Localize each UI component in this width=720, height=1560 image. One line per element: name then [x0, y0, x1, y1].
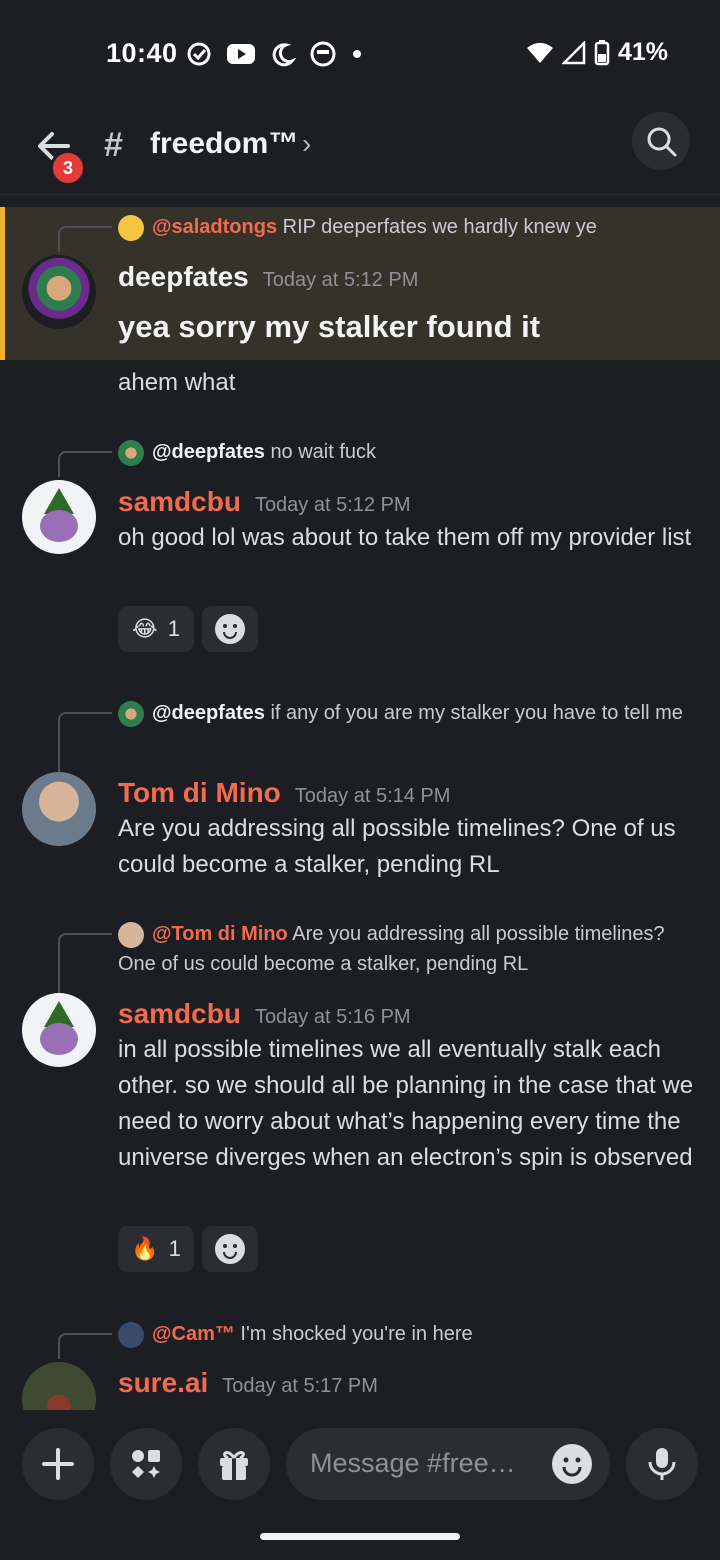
dnd-moon-icon — [272, 43, 296, 67]
gift-button[interactable] — [198, 1428, 270, 1500]
add-reaction-button[interactable] — [202, 1226, 258, 1272]
message-text: Are you addressing all possible timeline… — [118, 815, 676, 878]
author-name[interactable]: samdcbu — [118, 998, 241, 1029]
search-icon — [647, 127, 677, 157]
reply-avatar — [118, 1321, 144, 1348]
message-author[interactable]: samdcbu Today at 5:12 PM — [118, 486, 411, 518]
emoji-icon — [215, 1234, 245, 1264]
message-author[interactable]: Tom di Mino Today at 5:14 PM — [118, 777, 450, 809]
author-name[interactable]: deepfates — [118, 261, 249, 292]
status-icons-right: 41% — [526, 38, 668, 67]
reply-author: @Tom di Mino — [152, 923, 288, 945]
reaction-count: 1 — [167, 616, 180, 641]
author-name[interactable]: samdcbu — [118, 486, 241, 517]
chevron-right-icon[interactable]: › — [302, 128, 311, 160]
message-timestamp: Today at 5:17 PM — [222, 1375, 378, 1397]
reply-preview[interactable]: @Cam™ I'm shocked you're in here — [118, 1319, 698, 1349]
reply-avatar — [118, 214, 144, 241]
reply-author: @Cam™ — [152, 1323, 235, 1345]
message-placeholder: Message #free… — [310, 1448, 516, 1478]
reply-avatar — [118, 700, 144, 727]
author-name[interactable]: Tom di Mino — [118, 777, 281, 808]
gift-icon — [220, 1451, 248, 1480]
status-icons-left — [186, 40, 364, 68]
message-text: ahem what — [118, 369, 236, 396]
emoji-icon — [215, 614, 245, 644]
avatar[interactable] — [22, 993, 96, 1067]
add-reaction-button[interactable] — [202, 606, 258, 652]
text-channel-icon: # — [104, 126, 123, 164]
avatar[interactable] — [22, 772, 96, 846]
avatar-face — [40, 510, 78, 542]
message-text: yea sorry my stalker found it — [118, 309, 541, 344]
status-time: 10:40 — [106, 38, 178, 68]
attach-button[interactable] — [22, 1428, 94, 1500]
reply-connector — [58, 451, 112, 477]
reply-text: no wait fuck — [270, 441, 377, 463]
reply-text: if any of you are my stalker you have to… — [270, 702, 683, 724]
reaction-emoji: 😂 — [132, 616, 158, 641]
avatar-face — [40, 1023, 78, 1055]
status-bar: 10:40 41% — [0, 0, 720, 110]
avatar[interactable] — [22, 255, 96, 329]
message-timestamp: Today at 5:16 PM — [254, 1006, 411, 1028]
message-timestamp: Today at 5:14 PM — [294, 785, 451, 807]
avatar[interactable] — [22, 1362, 96, 1410]
reply-author: @saladtongs — [152, 216, 278, 238]
reply-preview[interactable]: @Tom di Mino Are you addressing all poss… — [118, 919, 698, 979]
message-author[interactable]: samdcbu Today at 5:16 PM — [118, 998, 411, 1030]
signal-icon — [561, 40, 586, 64]
battery-percent: 41% — [617, 38, 668, 66]
reply-connector — [58, 226, 112, 252]
message-timestamp: Today at 5:12 PM — [254, 494, 411, 516]
avatar[interactable] — [22, 480, 96, 554]
youtube-icon — [227, 44, 255, 64]
search-button[interactable] — [632, 112, 690, 170]
dot-icon — [353, 50, 361, 58]
channel-title[interactable]: freedom™ — [150, 127, 298, 161]
reaction-count: 1 — [168, 1236, 181, 1261]
message-input[interactable]: Message #free… — [286, 1428, 610, 1500]
reply-text: I'm shocked you're in here — [240, 1323, 473, 1345]
unread-badge: 3 — [50, 150, 86, 186]
message-author[interactable]: sure.ai Today at 5:17 PM — [118, 1367, 378, 1399]
reply-preview[interactable]: @saladtongs RIP deeperfates we hardly kn… — [118, 212, 698, 242]
reaction-pill[interactable]: 🔥 1 — [118, 1226, 194, 1272]
apps-button[interactable] — [110, 1428, 182, 1500]
home-indicator[interactable] — [260, 1533, 460, 1540]
message-author[interactable]: deepfates Today at 5:12 PM — [118, 261, 418, 293]
reply-avatar — [118, 921, 144, 948]
reply-connector — [58, 933, 112, 995]
message-text: oh good lol was about to take them off m… — [118, 524, 692, 551]
mic-icon — [648, 1448, 676, 1480]
reaction-emoji: 🔥 — [131, 1236, 159, 1261]
wifi-icon — [526, 42, 553, 63]
message-timestamp: Today at 5:12 PM — [262, 269, 419, 291]
plus-icon — [42, 1448, 74, 1480]
reply-author: @deepfates — [152, 702, 265, 724]
reply-author: @deepfates — [152, 441, 265, 463]
reply-preview[interactable]: @deepfates if any of you are my stalker … — [118, 698, 698, 728]
author-name[interactable]: sure.ai — [118, 1367, 208, 1398]
emoji-picker-button[interactable] — [552, 1444, 592, 1484]
channel-header: 3 # freedom™ › — [0, 110, 720, 195]
battery-icon — [594, 39, 610, 65]
reply-avatar — [118, 439, 144, 466]
message-list[interactable]: @saladtongs RIP deeperfates we hardly kn… — [0, 195, 720, 1410]
reply-connector — [58, 712, 112, 774]
reply-preview[interactable]: @deepfates no wait fuck — [118, 437, 698, 467]
emoji-icon — [562, 1457, 582, 1477]
reaction-pill[interactable]: 😂 1 — [118, 606, 194, 652]
apps-icon — [132, 1450, 160, 1478]
voice-message-button[interactable] — [626, 1428, 698, 1500]
reply-connector — [58, 1333, 112, 1359]
check-circle-icon — [187, 42, 211, 66]
incognito-icon — [310, 41, 336, 67]
reply-text: RIP deeperfates we hardly knew ye — [282, 216, 597, 238]
message-text: in all possible timelines we all eventua… — [118, 1036, 694, 1171]
